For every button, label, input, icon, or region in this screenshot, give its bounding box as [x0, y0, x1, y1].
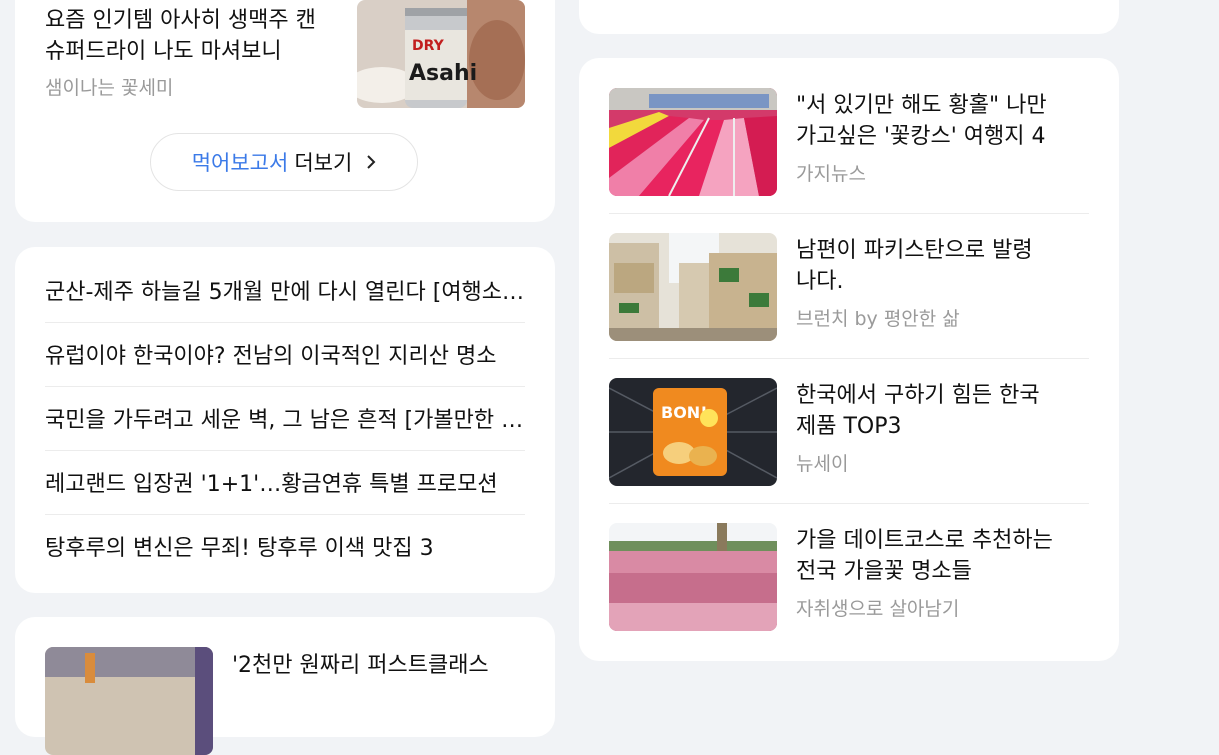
news-source: 브런치 by 평안한 삶 — [796, 308, 960, 330]
news-title: "서 있기만 해도 황홀" 나만 가고싶은 '꽃캉스' 여행지 4 — [796, 93, 1047, 149]
more-button-highlight: 먹어보고서 — [191, 151, 289, 175]
svg-text:DRY: DRY — [412, 38, 445, 54]
flower-field-thumbnail — [609, 88, 777, 196]
headline-list-card: 군산-제주 하늘길 5개월 만에 다시 열린다 [여행소식] 유럽이야 한국이야… — [15, 247, 555, 593]
news-item[interactable]: "서 있기만 해도 황홀" 나만 가고싶은 '꽃캉스' 여행지 4 가지뉴스 — [609, 58, 1089, 214]
list-item-title: 탕후루의 변신은 무죄! 탕후루 이색 맛집 3 — [45, 536, 434, 561]
cabin-thumbnail[interactable] — [45, 647, 213, 755]
news-source: 뉴세이 — [796, 453, 849, 475]
list-item-title: 국민을 가두려고 세운 벽, 그 남은 흔적 [가볼만한 곳] — [45, 408, 525, 433]
article-item[interactable]: 요즘 인기템 아사히 생맥주 캔 슈퍼드라이 나도 마셔보니 샘이나는 꽃세미 … — [45, 0, 525, 110]
boxes-room-thumbnail — [609, 233, 777, 341]
article-title[interactable]: '2천만 원짜리 퍼스트클래스 — [232, 650, 522, 681]
card-top-edge — [579, 0, 1119, 34]
news-title: 남편이 파키스탄으로 발령 나다. — [796, 238, 1033, 294]
list-item[interactable]: 레고랜드 입장권 '1+1'…황금연휴 특별 프로모션 — [45, 450, 525, 515]
news-card: "서 있기만 해도 황홀" 나만 가고싶은 '꽃캉스' 여행지 4 가지뉴스 남… — [579, 58, 1119, 661]
article-card: '2천만 원짜리 퍼스트클래스 — [15, 617, 555, 755]
pink-muhly-thumbnail — [609, 523, 777, 631]
list-item[interactable]: 군산-제주 하늘길 5개월 만에 다시 열린다 [여행소식] — [45, 258, 525, 323]
list-item-title: 군산-제주 하늘길 5개월 만에 다시 열린다 [여행소식] — [45, 280, 525, 305]
list-item[interactable]: 유럽이야 한국이야? 전남의 이국적인 지리산 명소 — [45, 322, 525, 387]
article-title: 요즘 인기템 아사히 생맥주 캔 슈퍼드라이 나도 마셔보니 — [45, 8, 316, 64]
beer-can-thumbnail: DRY Asahi — [357, 0, 525, 108]
recommend-card: 요즘 인기템 아사히 생맥주 캔 슈퍼드라이 나도 마셔보니 샘이나는 꽃세미 … — [15, 0, 555, 222]
news-item[interactable]: 가을 데이트코스로 추천하는 전국 가을꽃 명소들 자취생으로 살아남기 — [609, 493, 1089, 637]
chevron-right-icon — [367, 155, 376, 169]
svg-text:Asahi: Asahi — [409, 61, 477, 86]
list-item-title: 레고랜드 입장권 '1+1'…황금연휴 특별 프로모션 — [45, 472, 498, 497]
news-source: 가지뉴스 — [796, 163, 866, 185]
news-item[interactable]: BON! 한국에서 구하기 힘든 한국 제품 TOP3 뉴세이 — [609, 348, 1089, 504]
news-title: 가을 데이트코스로 추천하는 전국 가을꽃 명소들 — [796, 528, 1053, 584]
news-item[interactable]: 남편이 파키스탄으로 발령 나다. 브런치 by 평안한 삶 — [609, 203, 1089, 359]
more-button-label: 더보기 — [294, 151, 353, 175]
list-item-title: 유럽이야 한국이야? 전남의 이국적인 지리산 명소 — [45, 344, 497, 369]
list-item[interactable]: 국민을 가두려고 세운 벽, 그 남은 흔적 [가볼만한 곳] — [45, 386, 525, 451]
news-source: 자취생으로 살아남기 — [796, 598, 960, 620]
more-button[interactable]: 먹어보고서 더보기 — [150, 133, 418, 191]
list-item[interactable]: 탕후루의 변신은 무죄! 탕후루 이색 맛집 3 — [45, 514, 525, 578]
snack-package-thumbnail: BON! — [609, 378, 777, 486]
news-title: 한국에서 구하기 힘든 한국 제품 TOP3 — [796, 383, 1040, 439]
article-source: 샘이나는 꽃세미 — [45, 77, 174, 99]
